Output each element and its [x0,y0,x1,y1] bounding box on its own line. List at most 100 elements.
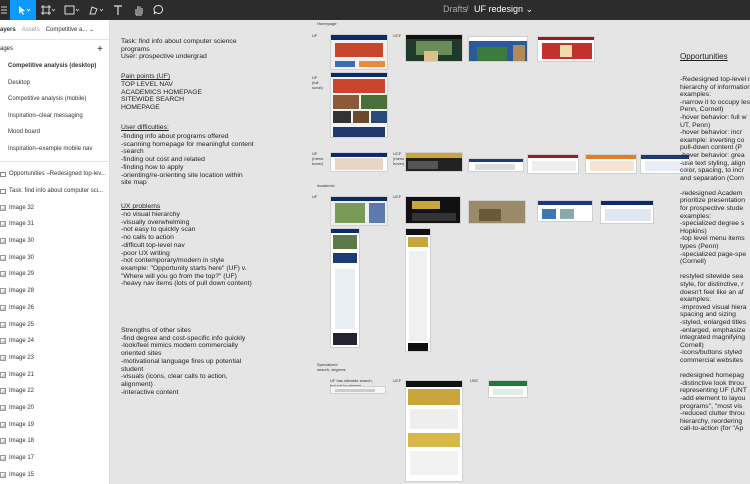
move-tool-icon[interactable] [10,0,36,20]
layer-label: Image 23 [9,354,35,361]
screenshot-academics-grid-a[interactable] [537,200,593,222]
pain-points-title[interactable]: Pain points (UF) [121,73,170,81]
layer-item[interactable]: Image 32 [0,199,109,216]
screenshot-uf-full-scroll[interactable] [330,72,388,138]
screenshot-ucf-homepage[interactable] [405,34,463,62]
text-layer-icon [0,188,6,194]
page-item[interactable]: Inspiration–clear messaging [0,108,109,125]
screenshot-uf-menu-hover[interactable] [330,152,388,172]
user-difficulties-list[interactable]: -finding info about programs offered -sc… [121,133,254,187]
task-note[interactable]: Task: find info about computer science p… [121,38,237,61]
frame-label-unt[interactable]: UNT [470,378,478,383]
layer-item[interactable]: Image 20 [0,400,109,417]
design-canvas[interactable]: Task: find info about computer science p… [110,20,750,484]
image-layer-icon [0,388,6,395]
layer-item[interactable]: Image 22 [0,383,109,400]
screenshot-academics-grid-b[interactable] [600,200,654,224]
screenshot-uf-academics[interactable] [330,196,388,226]
frame-label-ucf[interactable]: UCF [393,33,401,38]
layer-item[interactable]: Image 31 [0,216,109,233]
page-item[interactable]: Competitive analysis (desktop) [0,58,109,75]
section-label-specialized[interactable]: Specialized search, degrees [317,362,346,372]
layer-label: Image 26 [9,304,35,311]
page-label: Mood board [8,129,41,136]
layer-label: Image 22 [9,388,35,395]
page-item[interactable]: Inspiration–example mobile nav [0,141,109,158]
layer-item[interactable]: Task: find info about computer sci... [0,183,109,200]
ux-problems-list[interactable]: -no visual hierarchy -visually overwhelm… [121,211,252,288]
screenshot-academics-photo[interactable] [468,200,526,224]
screenshot-uf-homepage[interactable] [330,34,388,70]
frame-label-uf-menu-hover[interactable]: UF (menu hover) [312,151,323,166]
layer-item[interactable]: Image 21 [0,366,109,383]
image-layer-icon [0,354,6,361]
layer-item[interactable]: Image 24 [0,333,109,350]
image-layer-icon [0,271,6,278]
screenshot-uf-academics-scroll[interactable] [330,228,360,348]
file-name[interactable]: UF redesign ⌄ [474,4,533,15]
image-layer-icon [0,321,6,328]
pages-header: ages + [0,40,109,58]
comment-tool-icon[interactable] [150,0,166,20]
frame-label-ucf[interactable]: UCF [393,194,401,199]
layer-item[interactable]: Image 15 [0,466,109,483]
breadcrumb-folder[interactable]: Drafts [443,4,467,14]
layer-item[interactable]: Image 23 [0,350,109,367]
opportunities-title: Opportunities [680,52,728,62]
layer-item[interactable]: Image 18 [0,433,109,450]
strengths-note[interactable]: Strengths of other sites -find degree an… [121,327,245,396]
layer-label: Image 25 [9,321,35,328]
opportunities-note[interactable]: Opportunities -Redesigned top-level nav … [680,38,750,448]
section-label-academic[interactable]: Academic [317,183,335,188]
layer-item[interactable]: Image 25 [0,316,109,333]
opportunities-body: -Redesigned top-level nav hierarchy of i… [680,75,750,433]
screenshot-ucf-menu-hover[interactable] [405,152,463,172]
hand-tool-icon[interactable] [130,0,146,20]
add-page-icon[interactable]: + [97,44,103,55]
frame-tool-icon[interactable] [36,0,60,20]
text-tool-icon[interactable] [110,0,126,20]
main-menu-icon[interactable] [0,0,8,20]
layers-panel: ayers Assets Competitive a... ⌄ ages + C… [0,20,110,484]
screenshot-campus-homepage[interactable] [468,36,528,62]
image-layer-icon [0,288,6,295]
page-item[interactable]: Mood board [0,124,109,141]
layer-item[interactable]: Image 29 [0,266,109,283]
pen-tool-icon[interactable] [84,0,108,20]
screenshot-ucf-academics-scroll[interactable] [405,228,431,352]
frame-label-ucf[interactable]: UCF [393,378,401,383]
frame-label-ucf-menu-hover[interactable]: UCF (menu hover) [393,151,404,166]
user-difficulties-title[interactable]: User difficulties: [121,124,169,132]
layer-label: Image 19 [9,421,35,428]
shape-tool-icon[interactable] [60,0,84,20]
screenshot-nav-hover-a[interactable] [468,158,524,172]
page-item[interactable]: Competitive analysis (mobile) [0,91,109,108]
screenshot-nav-hover-b[interactable] [527,154,579,174]
tab-page-select[interactable]: Competitive a... ⌄ [46,26,94,33]
layer-item[interactable]: Opportunities –Redesigned top-lev... [0,166,109,183]
layer-item[interactable]: Image 26 [0,300,109,317]
screenshot-nav-hover-c[interactable] [585,154,637,174]
tab-assets[interactable]: Assets [22,27,40,33]
layer-item[interactable]: Image 30 [0,233,109,250]
section-label-homepage[interactable]: Homepage [317,21,337,26]
layer-item[interactable]: Image 30 [0,249,109,266]
image-layer-icon [0,371,6,378]
layer-item[interactable]: Image 17 [0,450,109,467]
tab-layers[interactable]: ayers [0,27,16,33]
ux-problems-title[interactable]: UX problems [121,203,160,211]
screenshot-ucf-degree-search[interactable] [405,380,463,482]
frame-label-uf[interactable]: UF [312,194,317,199]
screenshot-red-homepage[interactable] [537,36,595,62]
frame-label-uf-full-scroll[interactable]: UF (full scroll) [312,75,323,90]
layer-item[interactable]: Image 28 [0,283,109,300]
frame-label-uf[interactable]: UF [312,33,317,38]
layer-item[interactable]: Image 19 [0,416,109,433]
screenshot-unt-degree-search[interactable] [488,380,528,398]
breadcrumb-separator: / [466,4,469,14]
screenshot-uf-search[interactable] [330,386,386,394]
layer-label: Image 15 [9,471,35,478]
screenshot-ucf-academics[interactable] [405,196,461,224]
pain-points-list[interactable]: TOP LEVEL NAV ACADEMICS HOMEPAGE SITEWID… [121,81,202,112]
page-item[interactable]: Desktop [0,75,109,92]
